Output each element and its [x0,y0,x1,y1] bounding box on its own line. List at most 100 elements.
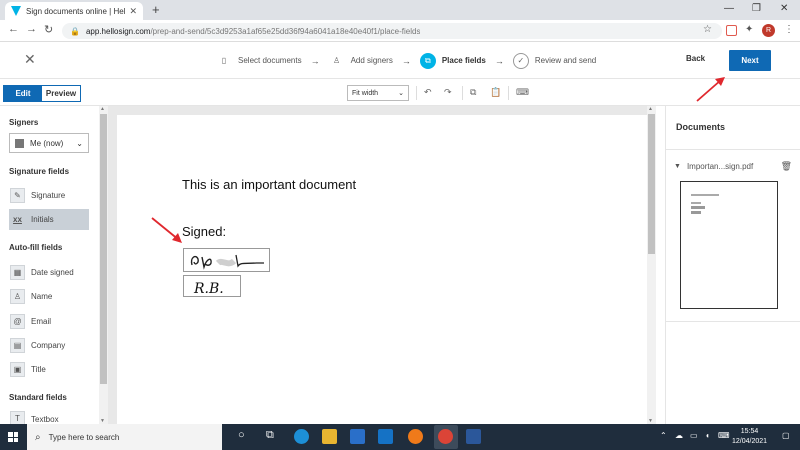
copy-icon[interactable]: ⧉ [470,87,476,98]
field-signature[interactable]: ✎ Signature [9,185,89,206]
field-title[interactable]: ▣ Title [9,359,89,380]
back-button[interactable]: Back [686,54,705,63]
step-place-fields[interactable]: ⧉ Place fields [419,52,486,69]
paste-icon[interactable]: 📋 [490,87,501,98]
panel-divider [666,149,800,150]
preview-mode-button[interactable]: Preview [42,86,80,101]
browser-tab[interactable]: Sign documents online | HelloSi ✕ [5,2,143,20]
notifications-icon[interactable]: ▢ [782,431,790,440]
signer-value: Me (now) [30,138,64,148]
clock-date: 12/04/2021 [732,438,768,445]
window-close-icon[interactable]: ✕ [780,3,788,14]
textbox-icon: T [10,411,25,424]
signer-color-swatch [15,138,24,148]
redo-icon[interactable]: ↷ [444,87,452,98]
field-name[interactable]: ♙ Name [9,286,89,307]
step-review-and-send[interactable]: ✓ Review and send [512,52,596,69]
editor-toolbar: Edit Preview Fit width ⌄ ↶ ↷ ⧉ 📋 ⌨ [0,80,800,106]
more-menu-icon[interactable]: ⋮ [784,24,794,35]
chevron-down-icon: ⌄ [76,138,83,148]
minimize-icon[interactable]: — [724,3,734,14]
firefox-icon[interactable] [408,429,423,444]
cloud-icon[interactable]: ☁ [675,431,683,440]
document-canvas: This is an important document Signed: R.… [108,106,656,424]
profile-avatar[interactable]: R [762,24,775,37]
document-file-row[interactable]: ▼ Importan...sign.pdf 🗑 [674,161,792,172]
signed-label: Signed: [182,224,227,239]
building-icon: ▤ [10,338,25,353]
browser-toolbar: ← → ↻ 🔒 app.hellosign.com/prep-and-send/… [0,20,800,42]
undo-icon[interactable]: ↶ [424,87,432,98]
sidebar-scrollbar[interactable]: ▲ ▼ [99,106,108,424]
keyboard-icon[interactable]: ⌨ [516,87,529,98]
initials-field[interactable]: R.B. [183,275,241,297]
new-tab-button[interactable]: + [152,2,160,17]
bookmark-star-icon[interactable]: ☆ [703,24,712,35]
cortana-icon[interactable]: ○ [238,429,245,441]
scroll-up-icon[interactable]: ▲ [100,106,105,112]
document-page[interactable]: This is an important document Signed: R.… [117,115,647,424]
maximize-icon[interactable]: ❐ [752,3,761,14]
step-arrow-icon: → [401,55,411,66]
store-icon[interactable] [350,429,365,444]
field-date-signed[interactable]: ▦ Date signed [9,262,89,283]
mail-icon[interactable] [378,429,393,444]
scrollbar-thumb[interactable] [648,114,655,254]
field-email[interactable]: @ Email [9,311,89,332]
tray-chevron-icon[interactable]: ⌃ [660,431,667,440]
puzzle-extensions-icon[interactable]: ✦ [745,24,753,35]
panel-divider [666,321,800,322]
briefcase-icon: ▣ [10,362,25,377]
chrome-icon[interactable] [438,429,453,444]
extension-icon[interactable] [726,25,737,36]
signature-field[interactable] [183,248,270,272]
document-scrollbar[interactable]: ▲ ▼ [647,106,656,424]
trash-icon[interactable]: 🗑 [781,161,792,172]
edit-mode-button[interactable]: Edit [4,86,42,101]
close-editor-icon[interactable]: ✕ [24,51,36,68]
initials-icon: xx [13,215,22,224]
field-initials[interactable]: xx Initials [9,209,89,230]
lock-icon: 🔒 [70,26,80,36]
signer-select[interactable]: Me (now) ⌄ [9,133,89,153]
reload-icon[interactable]: ↻ [44,23,53,36]
field-textbox[interactable]: T Textbox [9,411,89,424]
zoom-select[interactable]: Fit width ⌄ [347,85,409,101]
thumbnail-text-line [691,194,719,196]
system-clock[interactable]: 15:54 12/04/2021 [732,427,767,447]
edge-icon[interactable] [294,429,309,444]
search-icon: ⌕ [35,431,41,443]
next-button[interactable]: Next [729,50,771,71]
collapse-caret-icon[interactable]: ▼ [674,163,681,170]
step-select-documents[interactable]: ▯ Select documents [216,53,302,69]
thumbnail-field [691,206,705,209]
toolbar-divider [462,86,463,100]
step-add-signers[interactable]: ♙ Add signers [329,53,393,69]
app-header: ✕ ▯ Select documents → ♙ Add signers → ⧉… [0,42,800,79]
network-icon[interactable]: ▭ [690,431,698,440]
person-icon: ♙ [10,289,25,304]
task-view-icon[interactable]: ⧉ [266,429,274,442]
browser-tab-strip: Sign documents online | HelloSi ✕ + — ❐ … [0,0,800,20]
progress-steps: ▯ Select documents → ♙ Add signers → ⧉ P… [216,42,596,79]
windows-start-icon[interactable] [8,432,18,442]
forward-arrow-icon[interactable]: → [26,23,37,35]
language-icon[interactable]: ⌨ [718,431,730,440]
scrollbar-thumb[interactable] [100,114,107,384]
chevron-down-icon: ⌄ [398,90,404,97]
volume-icon[interactable]: ◖ [705,431,710,440]
tab-close-icon[interactable]: ✕ [129,6,137,17]
scroll-up-icon[interactable]: ▲ [648,106,653,112]
page-thumbnail[interactable] [680,181,778,309]
standard-fields-heading: Standard fields [9,393,67,402]
back-arrow-icon[interactable]: ← [8,23,19,35]
file-explorer-icon[interactable] [322,429,337,444]
taskbar-search[interactable]: ⌕ Type here to search [27,424,222,450]
address-bar[interactable]: 🔒 app.hellosign.com/prep-and-send/5c3d92… [62,23,722,39]
thumbnail-text-line [691,202,701,204]
check-circle-icon: ✓ [512,52,529,69]
word-icon[interactable] [466,429,481,444]
place-fields-icon: ⧉ [419,52,436,69]
pen-icon: ✎ [10,188,25,203]
field-company[interactable]: ▤ Company [9,335,89,356]
